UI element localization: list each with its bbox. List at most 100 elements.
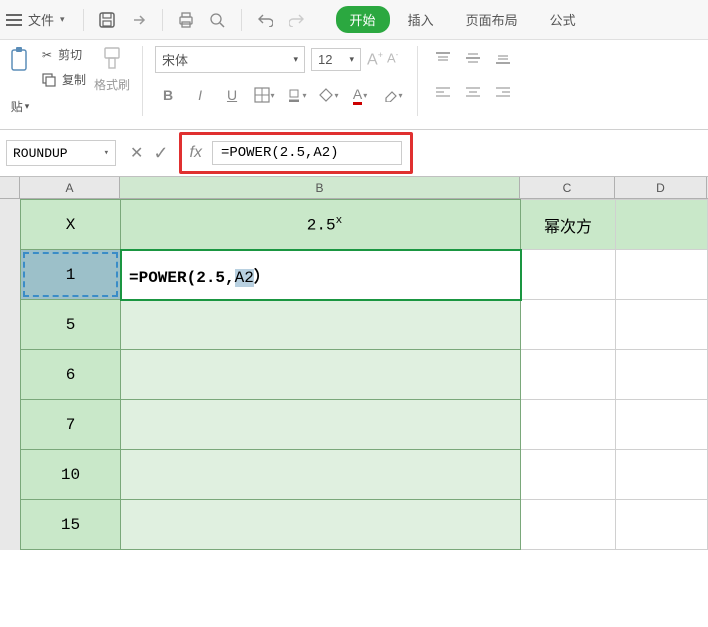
col-header-A[interactable]: A bbox=[20, 177, 120, 198]
paste-label: 贴 bbox=[11, 98, 23, 115]
cell[interactable] bbox=[521, 300, 616, 350]
cell[interactable] bbox=[121, 400, 521, 450]
cell[interactable]: 7 bbox=[21, 400, 121, 450]
cell[interactable] bbox=[616, 200, 708, 250]
cell[interactable] bbox=[121, 350, 521, 400]
cell[interactable]: 幂次方 bbox=[521, 200, 616, 250]
tab-insert[interactable]: 插入 bbox=[394, 6, 448, 33]
cell[interactable] bbox=[521, 450, 616, 500]
cell[interactable]: 10 bbox=[21, 450, 121, 500]
font-size-select[interactable]: 12▾ bbox=[311, 48, 361, 71]
table-row: 5 bbox=[21, 300, 708, 350]
cell[interactable] bbox=[121, 450, 521, 500]
cell[interactable] bbox=[121, 500, 521, 550]
grid: X 2.5x 幂次方 1 =POWER(2.5,A2） 5 bbox=[20, 199, 708, 550]
decrease-font-icon[interactable]: A- bbox=[387, 50, 398, 65]
scissors-icon: ✂ bbox=[42, 48, 52, 62]
align-middle-icon[interactable] bbox=[460, 46, 486, 70]
menu-bar: 文件 ▾ 开始 插入 页面布局 公式 bbox=[0, 0, 708, 40]
fx-icon[interactable]: fx bbox=[190, 144, 202, 162]
cell[interactable] bbox=[616, 250, 708, 300]
undo-icon[interactable] bbox=[252, 7, 278, 33]
cell-B2-editing[interactable]: =POWER(2.5,A2） bbox=[121, 250, 521, 300]
increase-font-icon[interactable]: A+ bbox=[367, 50, 383, 69]
paste-group: 贴▾ bbox=[6, 46, 34, 115]
print-preview-icon[interactable] bbox=[205, 7, 231, 33]
table-row: X 2.5x 幂次方 bbox=[21, 200, 708, 250]
share-icon[interactable] bbox=[126, 7, 152, 33]
font-color-button[interactable]: A▾ bbox=[347, 83, 373, 107]
column-headers: A B C D bbox=[0, 177, 708, 199]
border-button[interactable]: ▾ bbox=[251, 83, 277, 107]
tab-page-layout[interactable]: 页面布局 bbox=[452, 6, 532, 33]
col-header-C[interactable]: C bbox=[520, 177, 615, 198]
font-group: 宋体▾ 12▾ A+ A- B I U ▾ ▾ ▾ A▾ ▾ bbox=[155, 46, 405, 107]
cell[interactable]: 5 bbox=[21, 300, 121, 350]
bold-button[interactable]: B bbox=[155, 83, 181, 107]
format-painter-button[interactable]: 格式刷 bbox=[94, 46, 130, 93]
table-row: 15 bbox=[21, 500, 708, 550]
chevron-down-icon[interactable]: ▾ bbox=[25, 101, 30, 112]
align-bottom-icon[interactable] bbox=[490, 46, 516, 70]
confirm-formula-icon[interactable]: ✓ bbox=[153, 143, 168, 164]
chevron-down-icon[interactable]: ▾ bbox=[60, 14, 65, 25]
formula-bar: ROUNDUP▾ ✕ ✓ fx =POWER(2.5,A2) bbox=[0, 130, 708, 176]
align-right-icon[interactable] bbox=[490, 80, 516, 104]
cell[interactable]: 15 bbox=[21, 500, 121, 550]
eraser-button[interactable]: ▾ bbox=[379, 83, 405, 107]
cell[interactable] bbox=[121, 300, 521, 350]
align-left-icon[interactable] bbox=[430, 80, 456, 104]
formula-input[interactable]: =POWER(2.5,A2) bbox=[212, 141, 402, 165]
redo-icon[interactable] bbox=[284, 7, 310, 33]
cell[interactable] bbox=[521, 350, 616, 400]
cut-button[interactable]: ✂剪切 bbox=[42, 46, 86, 63]
chevron-down-icon[interactable]: ▾ bbox=[104, 148, 109, 158]
tab-formula[interactable]: 公式 bbox=[536, 6, 590, 33]
copy-icon bbox=[42, 73, 56, 87]
cell[interactable]: 6 bbox=[21, 350, 121, 400]
paste-icon[interactable] bbox=[6, 46, 34, 74]
ribbon-tabs: 开始 插入 页面布局 公式 bbox=[336, 6, 590, 33]
cell[interactable] bbox=[616, 400, 708, 450]
clipboard-actions: ✂剪切 复制 bbox=[42, 46, 86, 88]
cell[interactable] bbox=[616, 300, 708, 350]
cancel-formula-icon[interactable]: ✕ bbox=[130, 143, 143, 163]
cell[interactable] bbox=[616, 450, 708, 500]
format-painter-label: 格式刷 bbox=[94, 76, 130, 93]
name-box[interactable]: ROUNDUP▾ bbox=[6, 140, 116, 166]
file-menu[interactable]: 文件 bbox=[28, 10, 54, 29]
font-name-select[interactable]: 宋体▾ bbox=[155, 46, 305, 73]
fill-color-button[interactable]: ▾ bbox=[283, 83, 309, 107]
col-header-D[interactable]: D bbox=[615, 177, 707, 198]
table-row: 1 =POWER(2.5,A2） bbox=[21, 250, 708, 300]
divider bbox=[162, 9, 163, 31]
row-headers bbox=[0, 199, 20, 550]
underline-button[interactable]: U bbox=[219, 83, 245, 107]
align-group bbox=[430, 46, 516, 104]
cell-A2[interactable]: 1 bbox=[21, 250, 121, 300]
col-header-B[interactable]: B bbox=[120, 177, 520, 198]
hamburger-menu-icon[interactable] bbox=[6, 14, 22, 26]
cell[interactable]: X bbox=[21, 200, 121, 250]
cell[interactable] bbox=[521, 250, 616, 300]
fill-button[interactable]: ▾ bbox=[315, 83, 341, 107]
save-icon[interactable] bbox=[94, 7, 120, 33]
cell[interactable] bbox=[616, 350, 708, 400]
formula-highlight-box: fx =POWER(2.5,A2) bbox=[179, 132, 413, 174]
cell[interactable] bbox=[521, 400, 616, 450]
tab-start[interactable]: 开始 bbox=[336, 6, 390, 33]
cell[interactable] bbox=[616, 500, 708, 550]
ribbon: 贴▾ ✂剪切 复制 格式刷 宋体▾ 12▾ A+ A- B I U ▾ ▾ ▾ … bbox=[0, 40, 708, 130]
cell[interactable] bbox=[521, 500, 616, 550]
italic-button[interactable]: I bbox=[187, 83, 213, 107]
select-all-corner[interactable] bbox=[0, 177, 20, 198]
cell[interactable]: 2.5x bbox=[121, 200, 521, 250]
divider bbox=[83, 9, 84, 31]
brush-icon bbox=[101, 46, 123, 72]
copy-button[interactable]: 复制 bbox=[42, 71, 86, 88]
align-center-icon[interactable] bbox=[460, 80, 486, 104]
divider bbox=[417, 46, 418, 116]
print-icon[interactable] bbox=[173, 7, 199, 33]
table-row: 10 bbox=[21, 450, 708, 500]
align-top-icon[interactable] bbox=[430, 46, 456, 70]
